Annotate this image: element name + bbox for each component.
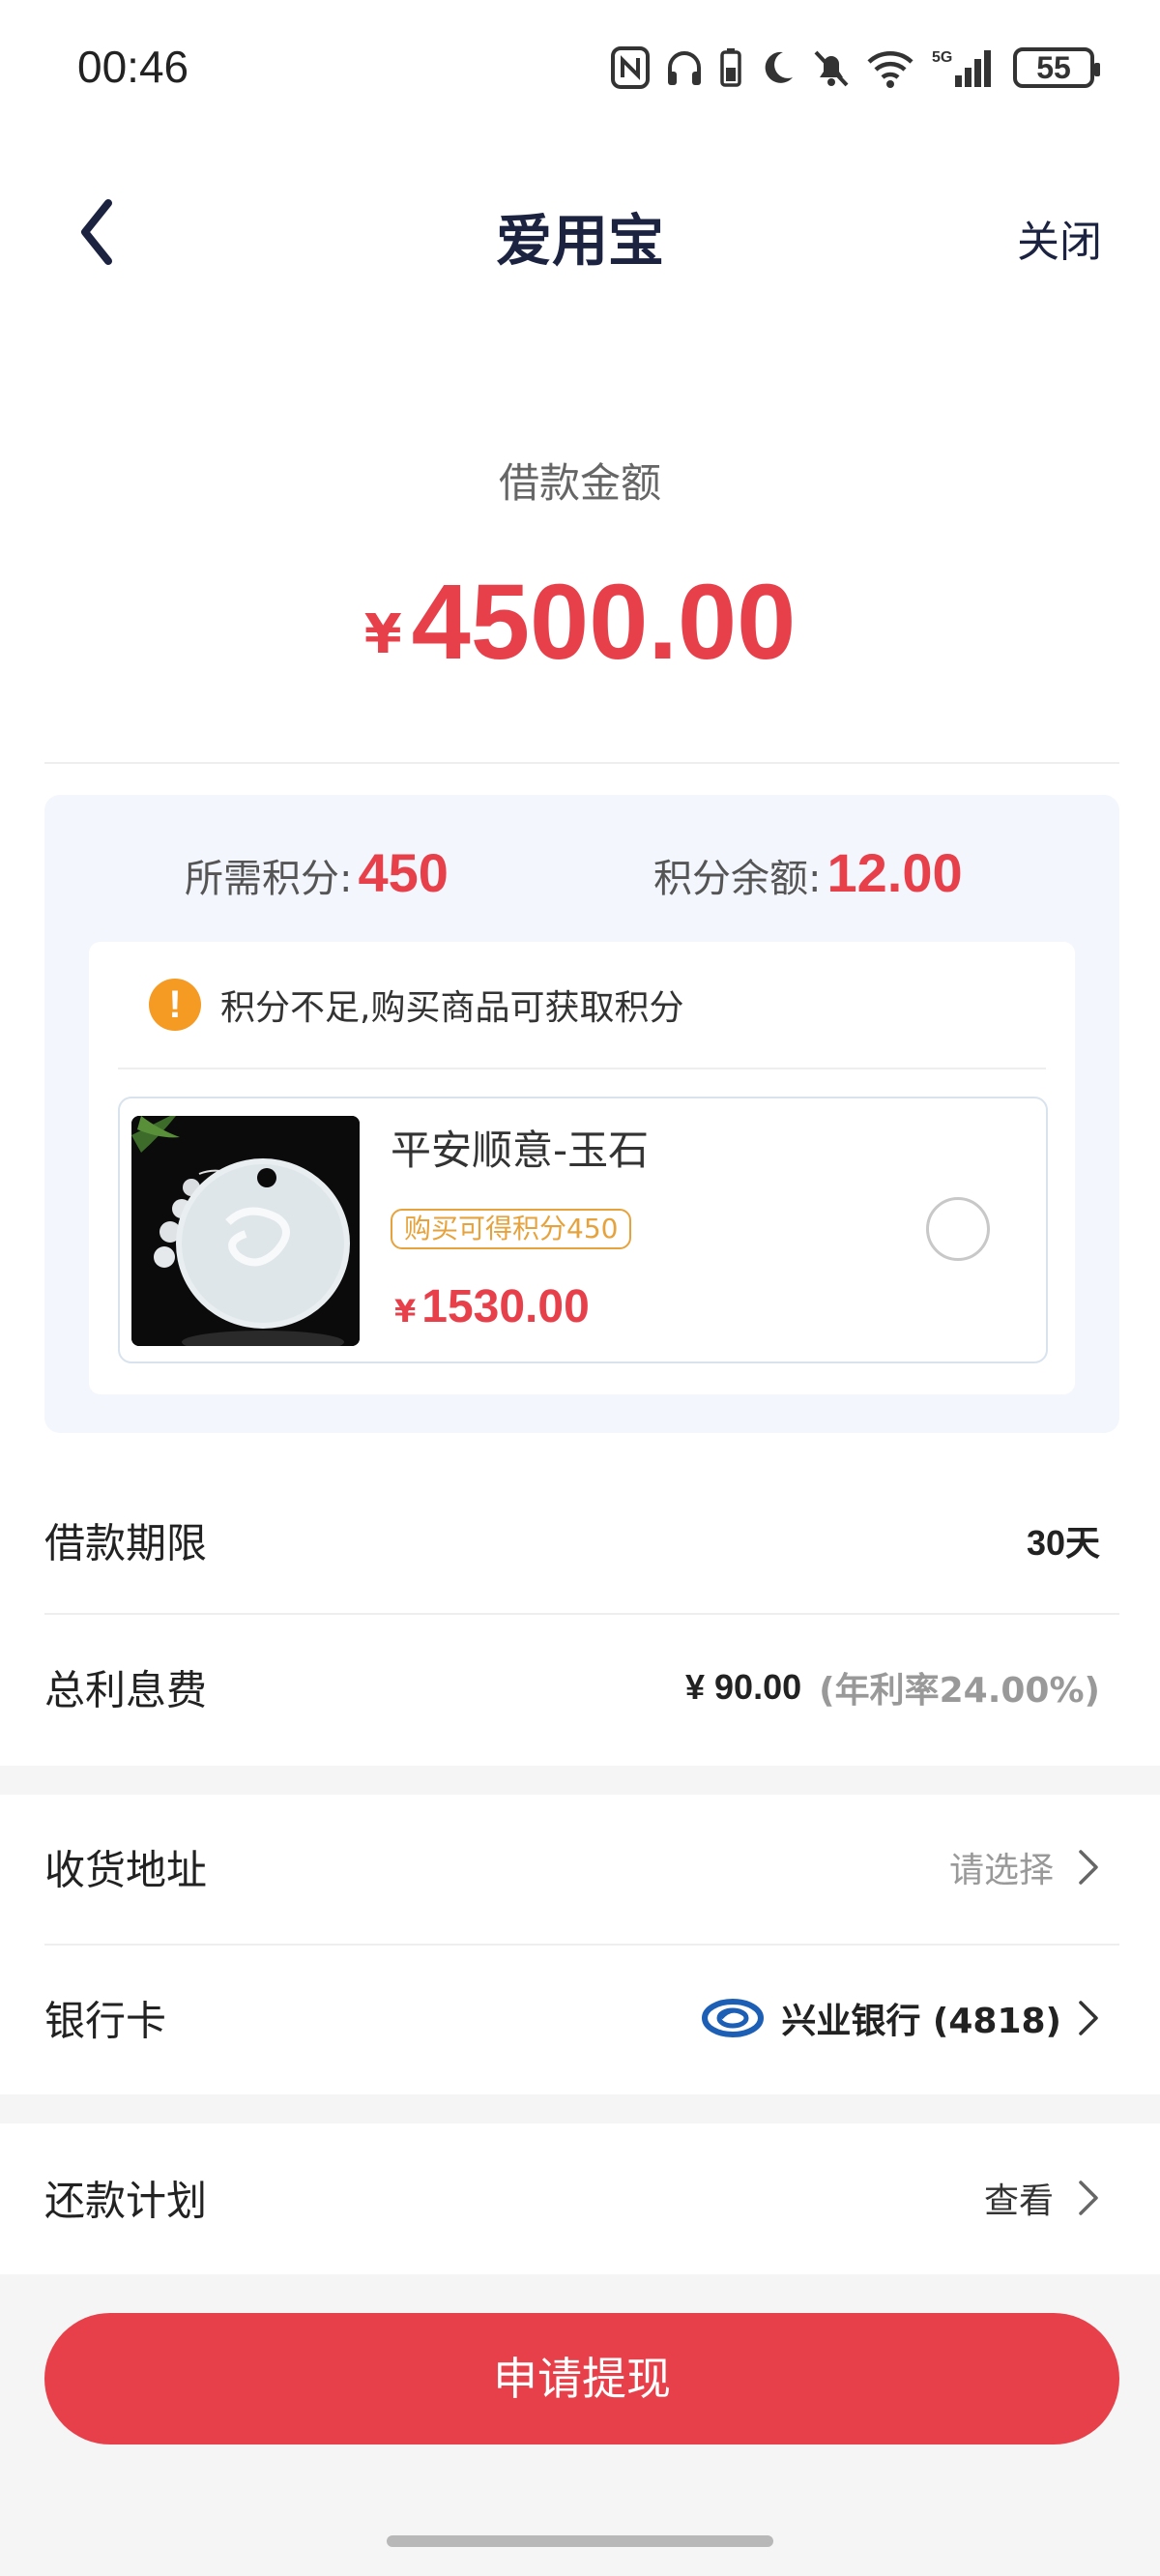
divider (44, 762, 1119, 764)
section-gap (0, 1766, 1160, 1795)
repayment-plan-label: 还款计划 (44, 2177, 208, 2225)
loan-term-value: 30天 (1026, 1523, 1100, 1563)
loan-amount-value: 4500.00 (411, 563, 797, 682)
nav-bar: 爱用宝 关闭 (0, 164, 1160, 300)
interest-label: 总利息费 (44, 1666, 208, 1714)
product-card[interactable]: 平安顺意-玉石 购买可得积分450 ¥1530.00 (118, 1097, 1048, 1363)
nfc-icon (611, 46, 650, 89)
points-offer-panel: ! 积分不足,购买商品可获取积分 平安顺意-玉石 购买可得积分450 ¥ 153… (89, 942, 1075, 1394)
chevron-right-icon (1079, 1850, 1098, 1885)
points-warning-text: 积分不足,购买商品可获取积分 (220, 988, 684, 1028)
required-points-value: 450 (358, 842, 449, 903)
repayment-plan-view: 查看 (983, 2181, 1054, 2221)
interest-row: 总利息费 ¥ 90.00 (年利率24.00%) (44, 1615, 1119, 1760)
home-indicator[interactable] (387, 2535, 773, 2547)
exclamation-icon: ! (149, 979, 201, 1031)
chevron-right-icon (1079, 2001, 1098, 2035)
interest-value: ¥ 90.00 (685, 1667, 802, 1707)
currency-symbol: ¥ (394, 1293, 417, 1330)
headphones-icon (668, 51, 701, 85)
interest-rate: (年利率24.00%) (819, 1671, 1100, 1711)
points-summary: 所需积分: 450 积分余额: 12.00 (44, 841, 1119, 919)
points-warning: ! 积分不足,购买商品可获取积分 (149, 979, 683, 1031)
repayment-plan-row[interactable]: 还款计划 查看 (44, 2123, 1119, 2272)
required-points-label: 所需积分: (185, 857, 353, 901)
points-balance-label: 积分余额: (653, 857, 822, 901)
product-price-value: 1530.00 (421, 1281, 590, 1332)
bell-off-icon (814, 50, 849, 87)
loan-term-row: 借款期限 30天 (44, 1468, 1119, 1613)
status-time: 00:46 (77, 42, 189, 92)
address-row[interactable]: 收货地址 请选择 (44, 1795, 1119, 1940)
moon-icon (765, 51, 793, 83)
bank-card-row[interactable]: 银行卡 兴业银行 (4818) (44, 1946, 1119, 2091)
address-label: 收货地址 (44, 1846, 208, 1894)
points-balance: 积分余额: 12.00 (653, 841, 963, 904)
wifi-icon (867, 51, 914, 88)
points-balance-value: 12.00 (826, 842, 963, 903)
battery-indicator: 55 (1013, 47, 1100, 88)
currency-symbol: ¥ (363, 603, 402, 666)
chevron-right-icon (1079, 2181, 1098, 2215)
required-points: 所需积分: 450 (185, 841, 449, 904)
divider (118, 1068, 1046, 1069)
bank-card-label: 银行卡 (44, 1997, 167, 2045)
address-placeholder: 请选择 (948, 1851, 1054, 1890)
section-gap (0, 2094, 1160, 2123)
status-icons: 5G 55 (611, 46, 1100, 89)
bank-card-name: 兴业银行 (4818) (781, 2002, 1061, 2041)
device-battery-icon (720, 48, 741, 87)
loan-amount: ¥4500.00 (0, 561, 1160, 684)
signal-icon: 5G (932, 49, 991, 87)
product-image (131, 1116, 360, 1346)
close-button[interactable]: 关闭 (1017, 207, 1102, 269)
status-bar: 00:46 5G 55 (0, 0, 1160, 145)
apply-withdraw-button[interactable]: 申请提现 (44, 2313, 1119, 2444)
bank-logo-icon (702, 1999, 765, 2037)
product-price: ¥1530.00 (394, 1280, 590, 1333)
svg-text:5G: 5G (932, 49, 952, 66)
product-name: 平安顺意-玉石 (391, 1127, 650, 1174)
points-card: 所需积分: 450 积分余额: 12.00 ! 积分不足,购买商品可获取积分 平… (44, 795, 1119, 1433)
loan-amount-label: 借款金额 (498, 459, 661, 507)
product-select-radio[interactable] (926, 1197, 990, 1261)
page-title: 爱用宝 (495, 208, 664, 274)
loan-term-label: 借款期限 (44, 1519, 208, 1567)
product-points-badge: 购买可得积分450 (391, 1209, 632, 1249)
